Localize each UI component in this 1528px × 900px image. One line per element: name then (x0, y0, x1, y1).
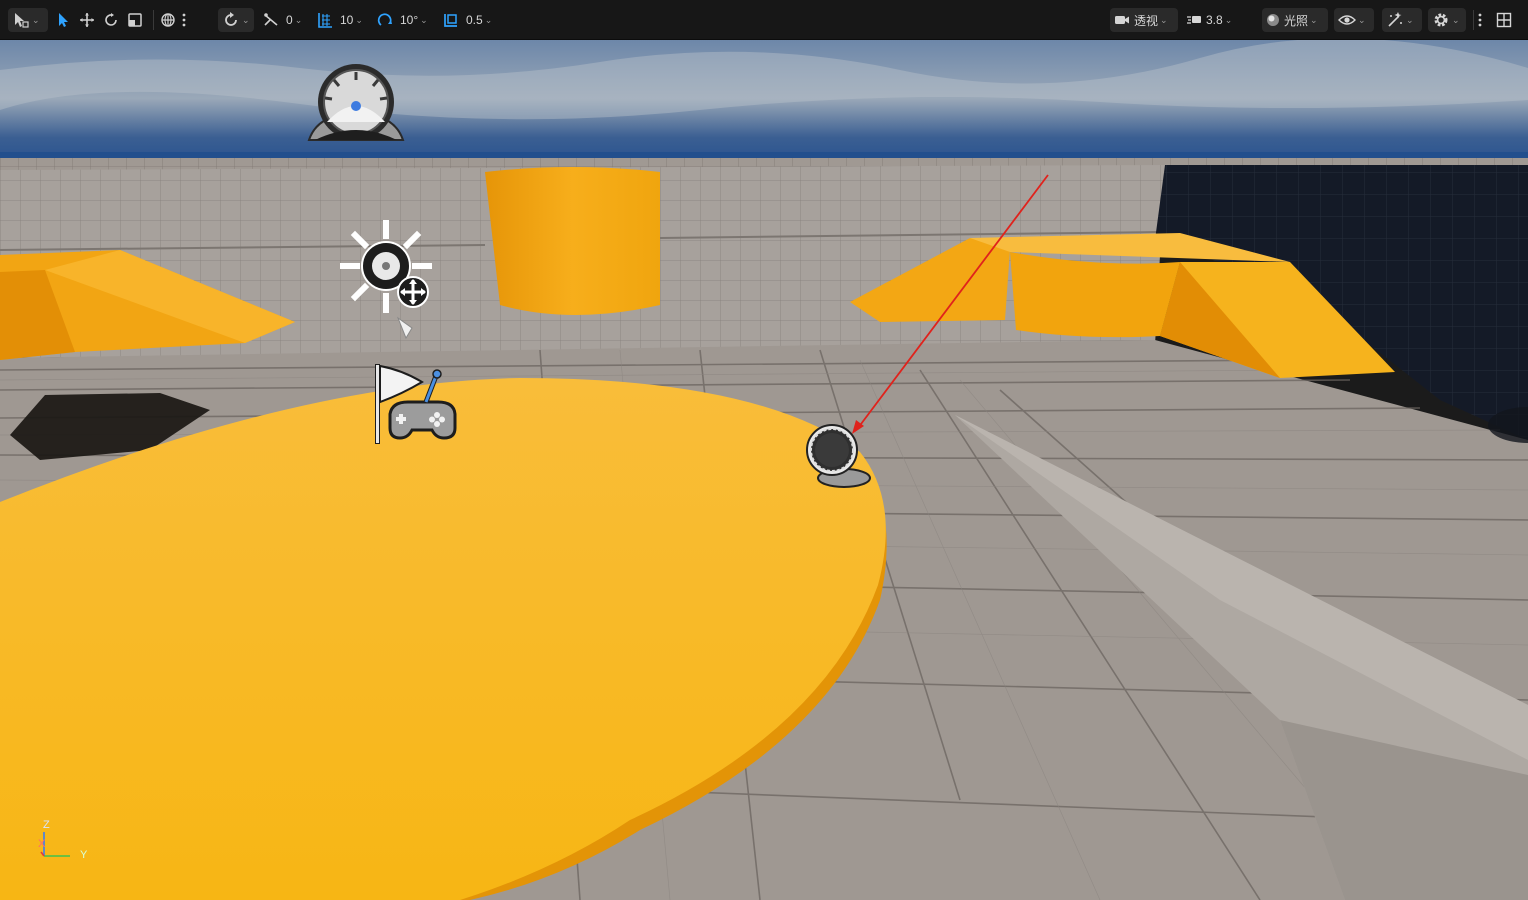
move-icon (79, 12, 95, 28)
gear-icon (1432, 11, 1450, 29)
viewport-layout-icon (1496, 12, 1512, 28)
axis-x-label: X (38, 838, 46, 850)
viewport-settings-dropdown[interactable]: ⌄ (1428, 8, 1466, 32)
arrow-select-icon (56, 12, 72, 28)
orange-cylinder-back (485, 167, 660, 315)
realtime-effects-dropdown[interactable]: ⌄ (1382, 8, 1422, 32)
camera-speed-icon (1186, 12, 1202, 28)
scale-snap-icon (442, 11, 460, 29)
select-tool-button[interactable] (56, 8, 74, 32)
realtime-effects-icon (1386, 11, 1404, 29)
player-start-icon (372, 364, 458, 450)
view-mode-dropdown[interactable]: 透视 ⌄ (1110, 8, 1178, 32)
more-options-button[interactable] (182, 8, 192, 32)
lighting-mode-label: 光照 (1284, 13, 1309, 28)
scale-snap-value: 0.5 (466, 13, 483, 27)
lighting-mode-dropdown[interactable]: 光照 ⌄ (1262, 8, 1328, 32)
move-tool-button[interactable] (79, 8, 97, 32)
sky-atmosphere-actor[interactable] (305, 62, 407, 142)
directional-light-icon (340, 219, 435, 344)
viewport-toolbar: ⌄ ⌄ 0 ⌄ 10 ⌄ 10° ⌄ 0.5 ⌄ 透视 ⌄ 3.8 ⌄ 光照 ⌄… (0, 0, 1528, 40)
orange-cylinder-right (1010, 252, 1180, 338)
grid-snap-value: 10 (340, 13, 354, 27)
camera-icon (1114, 13, 1130, 27)
surface-snap-button[interactable]: ⌄ (218, 8, 254, 32)
scale-icon (127, 12, 143, 28)
rotate-tool-button[interactable] (103, 8, 121, 32)
player-start-actor[interactable] (372, 362, 458, 446)
more-vertical-icon (1478, 13, 1482, 27)
lit-sphere-icon (1266, 13, 1280, 27)
scale-tool-button[interactable] (127, 8, 145, 32)
angle-snap-icon (262, 11, 280, 29)
rotation-snap-icon (376, 11, 394, 29)
grid-snap-icon (316, 11, 334, 29)
world-space-button[interactable] (160, 8, 178, 32)
angle-snap-dropdown[interactable]: 0 ⌄ (262, 8, 306, 32)
axis-y-label: Y (80, 849, 88, 861)
camera-speed-value: 3.8 (1206, 13, 1223, 27)
world-space-icon (160, 12, 176, 28)
more-options-icon (182, 13, 186, 27)
viewport-layout-button[interactable] (1496, 8, 1516, 32)
viewport-more-button[interactable] (1478, 8, 1486, 32)
sphere-reflection-icon (804, 424, 872, 494)
view-mode-label: 透视 (1134, 13, 1159, 28)
directional-light-actor[interactable] (340, 219, 435, 340)
scale-snap-dropdown[interactable]: 0.5 ⌄ (442, 8, 496, 32)
eye-icon (1338, 13, 1356, 27)
axis-z-label: Z (43, 819, 50, 831)
toolbar-divider (153, 10, 154, 30)
select-mode-icon (12, 11, 30, 29)
toolbar-divider-right (1473, 10, 1474, 30)
camera-speed-dropdown[interactable]: 3.8 ⌄ (1186, 8, 1238, 32)
sky-atmosphere-icon (305, 64, 407, 146)
rotation-snap-dropdown[interactable]: 10° ⌄ (376, 8, 432, 32)
sphere-reflection-actor[interactable] (804, 422, 872, 490)
level-viewport[interactable]: Z X Y (0, 40, 1528, 900)
angle-snap-value: 0 (286, 13, 293, 27)
scene-render (0, 40, 1528, 900)
rotate-icon (103, 12, 119, 28)
rotation-snap-value: 10° (400, 13, 419, 27)
select-mode-button[interactable]: ⌄ (8, 8, 48, 32)
grid-snap-dropdown[interactable]: 10 ⌄ (316, 8, 368, 32)
axis-gizmo: Z X Y (36, 816, 96, 866)
surface-snap-icon (222, 11, 240, 29)
show-flags-dropdown[interactable]: ⌄ (1334, 8, 1374, 32)
